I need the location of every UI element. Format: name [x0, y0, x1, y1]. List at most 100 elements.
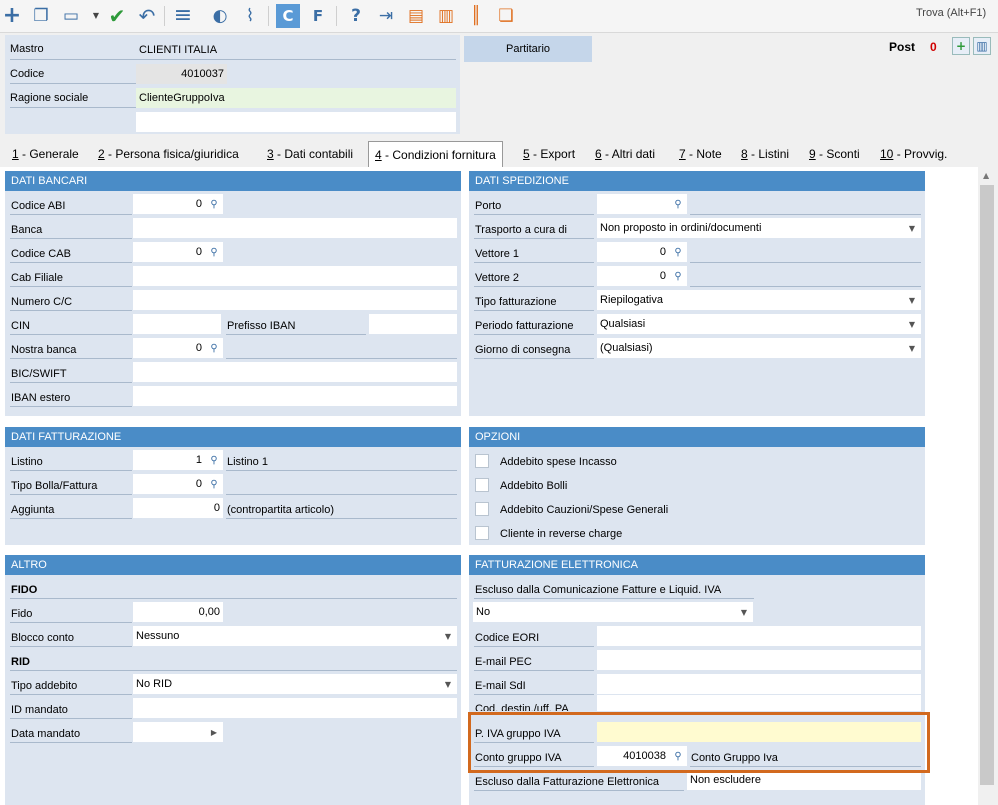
codice-cab-field[interactable]: 0 [133, 242, 205, 262]
vettore2-field[interactable]: 0 [597, 266, 669, 286]
id-mandato-field[interactable] [133, 698, 457, 718]
codice-field[interactable]: 4010037 [136, 64, 227, 84]
prefisso-iban-label: Prefisso IBAN [227, 320, 296, 332]
periodo-fatturazione-select[interactable]: Qualsiasi [597, 314, 921, 334]
vettore1-field[interactable]: 0 [597, 242, 669, 262]
tab-sconti[interactable]: 9 - Sconti [809, 141, 860, 167]
print-preview-icon[interactable]: ▥ [434, 4, 458, 28]
chevron-right-icon[interactable]: ▶ [205, 722, 223, 742]
aggiunta-label: Aggiunta [11, 504, 55, 516]
cin-field[interactable] [133, 314, 221, 334]
chevron-down-icon[interactable]: ▼ [91, 4, 101, 28]
cab-filiale-field[interactable] [133, 266, 457, 286]
c-letter-icon[interactable]: C [276, 4, 300, 28]
escluso-comunicazione-select[interactable]: No [473, 602, 753, 622]
trasporto-select[interactable]: Non proposto in ordini/documenti [597, 218, 921, 238]
giorno-consegna-label: Giorno di consegna [475, 344, 571, 356]
toolbar-separator [164, 6, 165, 26]
escluso-fe-select[interactable]: Non escludere [687, 770, 921, 790]
addebito-spese-incasso-checkbox[interactable] [475, 454, 489, 468]
plus-icon[interactable]: + [0, 4, 24, 28]
ragione-sociale-field[interactable]: ClienteGruppoIva [136, 88, 456, 108]
codice-abi-field[interactable]: 0 [133, 194, 205, 214]
prefisso-iban-field[interactable] [369, 314, 457, 334]
tab-listini[interactable]: 8 - Listini [741, 141, 789, 167]
user-icon[interactable]: ◐ [208, 4, 232, 28]
tab-dati-contabili[interactable]: 3 - Dati contabili [267, 141, 353, 167]
search-icon[interactable]: ⚲ [205, 450, 223, 470]
addebito-cauzioni-checkbox[interactable] [475, 502, 489, 516]
addebito-bolli-checkbox[interactable] [475, 478, 489, 492]
printer-icon[interactable]: ▤ [404, 4, 428, 28]
tipo-bolla-field[interactable]: 0 [133, 474, 205, 494]
tab-export[interactable]: 5 - Export [523, 141, 575, 167]
help-icon[interactable]: ? [344, 4, 368, 28]
tipo-fatturazione-select[interactable]: Riepilogativa [597, 290, 921, 310]
porto-field[interactable] [597, 194, 669, 214]
chevron-down-icon[interactable]: ▼ [905, 218, 919, 238]
tab-altri-dati[interactable]: 6 - Altri dati [595, 141, 655, 167]
numero-cc-field[interactable] [133, 290, 457, 310]
divider [10, 382, 132, 383]
undo-icon[interactable]: ↶ [135, 4, 159, 28]
giorno-consegna-select[interactable]: (Qualsiasi) [597, 338, 921, 358]
fido-field[interactable]: 0,00 [133, 602, 223, 622]
scrollbar-thumb[interactable] [980, 185, 994, 785]
banca-field[interactable] [133, 218, 457, 238]
tab-generale[interactable]: 1 - Generale [12, 141, 79, 167]
copy-icon[interactable]: ❐ [29, 4, 53, 28]
search-icon[interactable]: ⚲ [205, 242, 223, 262]
tab-provvigioni[interactable]: 10 - Provvig. [880, 141, 947, 167]
iban-estero-field[interactable] [133, 386, 457, 406]
email-pec-field[interactable] [597, 650, 921, 670]
search-icon[interactable]: ⚲ [669, 266, 687, 286]
cod-destin-field[interactable] [597, 695, 921, 711]
add-post-icon[interactable]: + [952, 37, 970, 55]
chevron-down-icon[interactable]: ▼ [905, 314, 919, 334]
tipo-addebito-select[interactable]: No RID [133, 674, 457, 694]
vertical-scrollbar[interactable]: ▲ [978, 167, 998, 805]
chevron-down-icon[interactable]: ▼ [905, 338, 919, 358]
divider [10, 310, 132, 311]
ragione-sociale-label: Ragione sociale [10, 92, 89, 104]
listino-field[interactable]: 1 [133, 450, 205, 470]
check-icon[interactable]: ✔ [105, 4, 129, 28]
partitario-button[interactable]: Partitario [464, 36, 592, 62]
data-mandato-field[interactable] [133, 722, 205, 742]
chevron-down-icon[interactable]: ▼ [441, 674, 455, 694]
listino-label: Listino [11, 456, 43, 468]
blocco-conto-select[interactable]: Nessuno [133, 626, 457, 646]
search-icon[interactable]: ⚲ [205, 338, 223, 358]
duplicate-docs-icon[interactable]: ❏ [494, 4, 518, 28]
bic-swift-field[interactable] [133, 362, 457, 382]
chevron-down-icon[interactable]: ▼ [905, 290, 919, 310]
export-icon[interactable]: ⇥ [374, 4, 398, 28]
fido-label: Fido [11, 608, 33, 620]
open-folder-icon[interactable]: ▭ [59, 4, 83, 28]
tipo-addebito-label: Tipo addebito [11, 680, 78, 692]
iban-estero-label: IBAN estero [11, 392, 71, 404]
tab-persona[interactable]: 2 - Persona fisica/giuridica [98, 141, 239, 167]
ragione-sociale-field-2[interactable] [136, 112, 456, 132]
scroll-up-icon[interactable]: ▲ [983, 171, 989, 180]
tab-note[interactable]: 7 - Note [679, 141, 722, 167]
tab-condizioni-fornitura[interactable]: 4 - Condizioni fornitura [368, 141, 503, 168]
nostra-banca-field[interactable]: 0 [133, 338, 205, 358]
aggiunta-field[interactable]: 0 [133, 498, 223, 518]
dati-fatturazione-title: DATI FATTURAZIONE [5, 427, 461, 447]
search-icon[interactable]: ⚲ [669, 194, 687, 214]
barcode-icon[interactable]: ║ [464, 4, 488, 28]
f-letter-icon[interactable]: F [306, 4, 330, 28]
chevron-down-icon[interactable]: ▼ [737, 602, 751, 622]
book-icon[interactable]: ▥ [973, 37, 991, 55]
menu-icon[interactable]: ≡ [171, 4, 195, 28]
codice-eori-field[interactable] [597, 626, 921, 646]
reverse-charge-checkbox[interactable] [475, 526, 489, 540]
email-sdi-field[interactable] [597, 674, 921, 694]
find-box[interactable]: Trova (Alt+F1) [916, 7, 986, 19]
search-icon[interactable]: ⚲ [669, 242, 687, 262]
chevron-down-icon[interactable]: ▼ [441, 626, 455, 646]
search-icon[interactable]: ⚲ [205, 474, 223, 494]
attachment-icon[interactable]: ⌇ [238, 4, 262, 28]
search-icon[interactable]: ⚲ [205, 194, 223, 214]
